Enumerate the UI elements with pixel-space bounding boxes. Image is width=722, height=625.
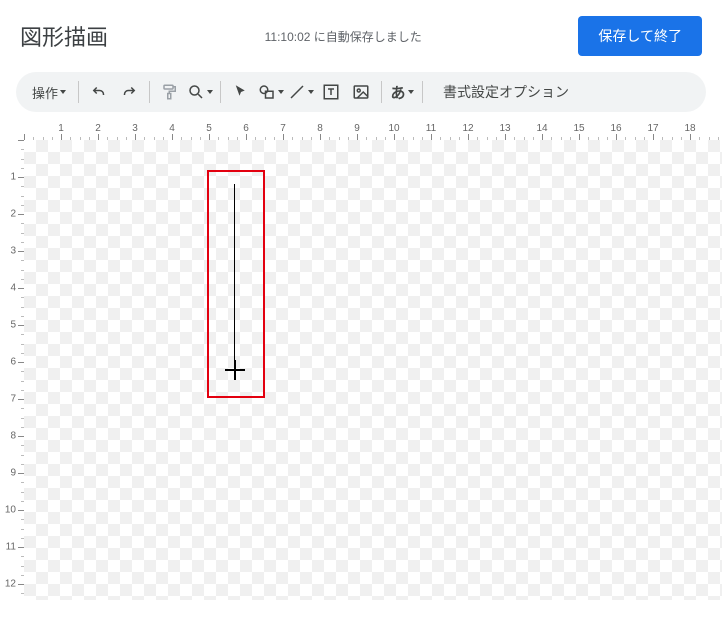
editor: 12345678910111213141516171819 1234567891… [4,120,722,600]
undo-icon [90,83,108,101]
line-icon [288,83,306,101]
select-tool[interactable] [227,78,255,106]
text-style-menu[interactable]: あ [388,78,416,106]
ruler-h-label: 15 [573,123,584,134]
image-icon [352,83,370,101]
ruler-v-label: 10 [5,505,16,516]
paint-format-button[interactable] [156,78,184,106]
ruler-v-label: 5 [10,320,16,331]
ruler-h-label: 9 [354,123,360,134]
ruler-v-label: 4 [10,283,16,294]
ruler-h-label: 14 [536,123,547,134]
ruler-h-label: 1 [58,123,64,134]
ruler-h-label: 4 [169,123,175,134]
ruler-h-label: 6 [243,123,249,134]
redo-button[interactable] [115,78,143,106]
toolbar-divider [220,81,221,103]
ruler-vertical[interactable]: 1234567891011121314 [4,140,24,600]
zoom-icon [187,83,205,101]
image-tool[interactable] [347,78,375,106]
ruler-h-label: 13 [499,123,510,134]
ruler-h-label: 10 [388,123,399,134]
ruler-v-label: 1 [10,172,16,183]
toolbar-divider [78,81,79,103]
ruler-v-label: 12 [5,579,16,590]
checker-background [24,140,722,600]
ruler-horizontal[interactable]: 12345678910111213141516171819 [24,120,722,140]
toolbar-divider [422,81,423,103]
ruler-h-label: 2 [95,123,101,134]
textbox-tool[interactable] [317,78,345,106]
canvas[interactable] [24,140,722,600]
cursor-icon [232,83,250,101]
paint-roller-icon [161,83,179,101]
page-title: 図形描画 [20,20,108,52]
toolbar: 操作 あ [16,72,706,112]
ruler-v-label: 9 [10,468,16,479]
ruler-h-label: 3 [132,123,138,134]
ruler-h-label: 5 [206,123,212,134]
ruler-v-label: 2 [10,209,16,220]
ruler-v-label: 3 [10,246,16,257]
autosave-status: 11:10:02 に自動保存しました [108,28,578,45]
shapes-icon [258,83,276,101]
format-options-button[interactable]: 書式設定オプション [429,78,583,106]
line-menu[interactable] [287,78,315,106]
zoom-menu[interactable] [186,78,214,106]
ruler-v-label: 8 [10,431,16,442]
ruler-v-label: 7 [10,394,16,405]
ruler-v-label: 6 [10,357,16,368]
undo-button[interactable] [85,78,113,106]
actions-menu[interactable]: 操作 [26,78,72,106]
toolbar-divider [149,81,150,103]
ruler-h-label: 12 [462,123,473,134]
text-style-glyph: あ [391,82,406,103]
shape-menu[interactable] [257,78,285,106]
save-and-close-button[interactable]: 保存して終了 [578,16,702,56]
redo-icon [120,83,138,101]
ruler-v-label: 11 [6,542,16,553]
ruler-h-label: 11 [426,123,436,134]
ruler-h-label: 7 [280,123,286,134]
drawn-line[interactable] [234,184,235,364]
ruler-h-label: 17 [647,123,658,134]
ruler-h-label: 16 [610,123,621,134]
ruler-h-label: 8 [317,123,323,134]
actions-menu-label: 操作 [32,83,58,102]
toolbar-divider [381,81,382,103]
ruler-h-label: 18 [684,123,695,134]
textbox-icon [322,83,340,101]
